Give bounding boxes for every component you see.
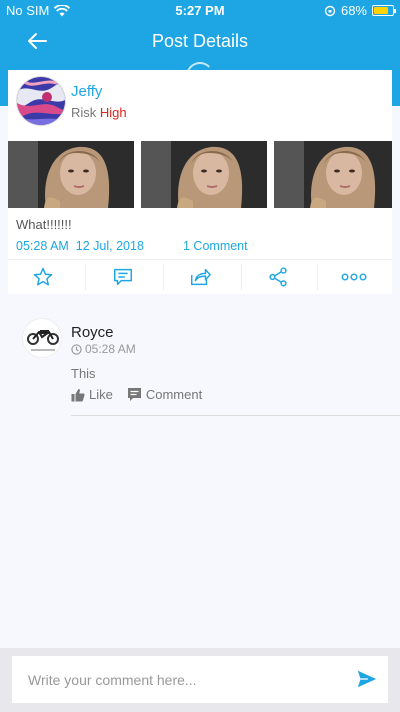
- star-icon: [33, 267, 53, 286]
- page-title: Post Details: [151, 31, 249, 51]
- divider: [241, 264, 242, 290]
- comment-text: This: [71, 366, 96, 381]
- share-icon: [269, 267, 287, 287]
- battery-icon: [372, 5, 396, 16]
- clock-icon: [71, 343, 82, 355]
- share-out-icon: [191, 268, 211, 286]
- nav-bar: Post Details: [0, 26, 400, 56]
- comment-composer: [0, 648, 400, 712]
- favorite-button[interactable]: [8, 264, 78, 290]
- comment-item: Royce 05:28 AM This Like Comment: [18, 314, 400, 416]
- reply-button[interactable]: Comment: [127, 387, 202, 402]
- post-timestamp: 05:28 AM 12 Jul, 2018: [16, 239, 144, 253]
- post-time: 05:28 AM: [16, 239, 69, 253]
- comment-author[interactable]: Royce: [71, 324, 114, 341]
- like-label: Like: [89, 387, 113, 402]
- comment-label: Comment: [145, 387, 203, 402]
- comment-input[interactable]: [12, 656, 388, 703]
- divider: [85, 264, 86, 290]
- divider: [163, 264, 164, 290]
- post-photo[interactable]: [8, 141, 134, 208]
- risk-label: Risk: [71, 105, 97, 120]
- share-button[interactable]: [243, 264, 313, 290]
- battery-group: 68%: [324, 3, 396, 18]
- battery-percent: 68%: [340, 3, 367, 18]
- like-button[interactable]: Like: [71, 387, 113, 402]
- post-text: What!!!!!!!: [16, 217, 72, 232]
- comment-timestamp: 05:28 AM: [71, 342, 136, 356]
- orientation-lock-icon: [324, 5, 336, 16]
- divider: [71, 415, 400, 416]
- send-icon[interactable]: [356, 668, 378, 690]
- post-action-bar: [8, 259, 392, 294]
- comment-count-link[interactable]: 1 Comment: [183, 239, 248, 253]
- motorcycle-avatar-image: [23, 319, 61, 357]
- avatar[interactable]: [16, 76, 66, 126]
- risk-level: High: [99, 105, 127, 120]
- post-photo[interactable]: [274, 141, 392, 208]
- comment-time: 05:28 AM: [85, 342, 136, 356]
- post-author[interactable]: Jeffy: [71, 83, 102, 100]
- avatar-image: [17, 77, 65, 125]
- repost-button[interactable]: [165, 264, 235, 290]
- thumbs-up-icon: [71, 388, 85, 401]
- more-button[interactable]: [319, 264, 389, 290]
- post-date: 12 Jul, 2018: [75, 239, 144, 253]
- post-card: Jeffy Risk High What!!!!!!! 05:28 AM 12 …: [8, 70, 392, 294]
- divider: [317, 264, 318, 290]
- post-photo[interactable]: [141, 141, 267, 208]
- comment-icon: [127, 388, 141, 401]
- battery-fill: [374, 7, 388, 14]
- more-icon: [341, 273, 367, 281]
- chat-icon: [114, 268, 132, 286]
- status-bar: No SIM 5:27 PM 68%: [0, 0, 400, 22]
- comment-button[interactable]: [88, 264, 158, 290]
- avatar[interactable]: [22, 318, 62, 358]
- photo-strip: [8, 141, 392, 208]
- risk-status: Risk High: [71, 105, 127, 120]
- comment-actions: Like Comment: [71, 387, 202, 402]
